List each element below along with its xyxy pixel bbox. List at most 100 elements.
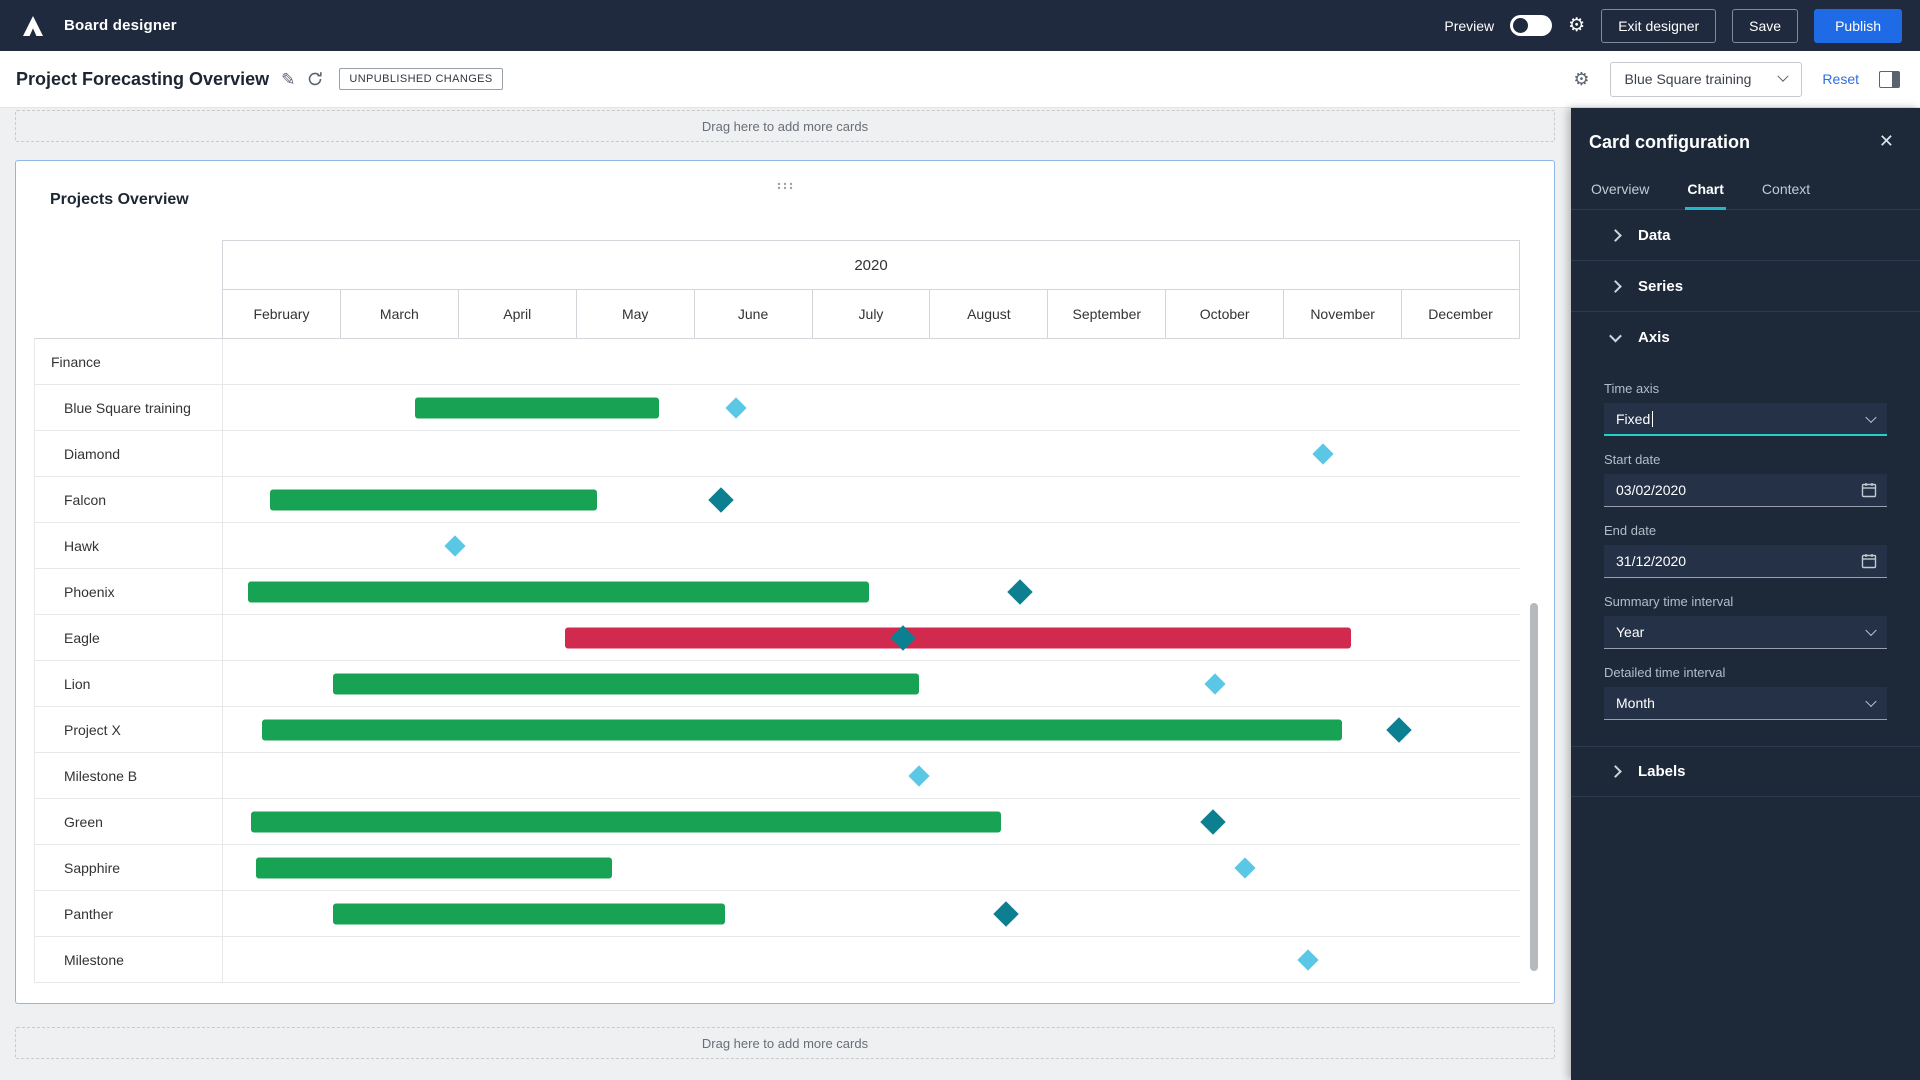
edit-pencil-icon[interactable]: ✎ <box>281 71 295 88</box>
reset-link[interactable]: Reset <box>1822 71 1859 87</box>
section-series-label: Series <box>1638 277 1684 295</box>
gantt-row: Blue Square training <box>35 385 1520 431</box>
chevron-down-icon <box>1865 695 1877 708</box>
gantt-row-timeline <box>223 615 1520 660</box>
gantt-row-timeline <box>223 339 1520 384</box>
section-labels[interactable]: Labels <box>1571 746 1920 797</box>
gantt-row-timeline <box>223 937 1520 982</box>
end-date-input[interactable]: 31/12/2020 <box>1604 545 1887 578</box>
gantt-row-timeline <box>223 661 1520 706</box>
gantt-row-label: Sapphire <box>35 845 223 890</box>
gantt-bar <box>332 673 919 694</box>
chevron-right-icon <box>1609 279 1622 293</box>
panel-tabs: Overview Chart Context <box>1571 173 1920 210</box>
settings-gear-icon[interactable]: ⚙ <box>1568 16 1585 35</box>
context-selector-value: Blue Square training <box>1624 71 1752 87</box>
section-axis[interactable]: Axis <box>1571 312 1920 363</box>
gantt-bar <box>256 857 613 878</box>
projects-overview-card[interactable]: Projects Overview 2020 February March Apri… <box>15 160 1555 1004</box>
chevron-right-icon <box>1609 228 1622 242</box>
toggle-panel-icon[interactable] <box>1879 70 1900 88</box>
gantt-milestone <box>1204 672 1226 695</box>
card-drag-handle-icon[interactable] <box>777 177 793 195</box>
section-axis-label: Axis <box>1638 329 1670 346</box>
anaplan-logo-icon[interactable] <box>18 11 48 41</box>
unpublished-changes-badge: UNPUBLISHED CHANGES <box>339 68 503 90</box>
month-label: March <box>339 290 458 338</box>
dropzone-bottom[interactable]: Drag here to add more cards <box>15 1027 1555 1059</box>
time-axis-select[interactable]: Fixed <box>1604 403 1887 436</box>
gantt-row-label: Lion <box>35 661 223 706</box>
gantt-row: Lion <box>35 661 1520 707</box>
context-selector-dropdown[interactable]: Blue Square training <box>1609 61 1803 97</box>
text-cursor <box>1652 410 1654 427</box>
detailed-interval-select[interactable]: Month <box>1604 687 1887 720</box>
chevron-right-icon <box>1609 765 1622 778</box>
close-icon[interactable]: ✕ <box>1879 132 1894 150</box>
end-date-label: End date <box>1604 523 1657 538</box>
publish-button[interactable]: Publish <box>1814 8 1902 43</box>
gantt-milestone <box>1312 442 1334 465</box>
time-axis-value: Fixed <box>1616 410 1651 427</box>
gantt-row: Falcon <box>35 477 1520 523</box>
card-scrollbar-thumb[interactable] <box>1530 603 1538 971</box>
gantt-row-label: Blue Square training <box>35 385 223 430</box>
tab-chart[interactable]: Chart <box>1685 173 1726 210</box>
preview-label: Preview <box>1444 17 1495 34</box>
context-gear-icon[interactable]: ⚙ <box>1573 70 1589 88</box>
month-label: November <box>1283 290 1401 338</box>
gantt-month-row: February March April May June July August Septe… <box>222 290 1520 338</box>
content: Drag here to add more cards Projects Ove… <box>0 108 1920 1080</box>
save-button[interactable]: Save <box>1732 8 1799 43</box>
month-label: May <box>575 290 694 338</box>
gantt-row-label: Milestone <box>35 937 223 982</box>
section-data[interactable]: Data <box>1571 210 1920 261</box>
gantt-row-timeline <box>223 707 1520 752</box>
app-title: Board designer <box>64 17 177 34</box>
end-date-value: 31/12/2020 <box>1616 553 1687 569</box>
calendar-icon[interactable] <box>1861 482 1877 498</box>
main-canvas: Drag here to add more cards Projects Ove… <box>0 108 1571 1080</box>
gantt-row: Diamond <box>35 431 1520 477</box>
gantt-row-timeline <box>223 845 1520 890</box>
tab-overview[interactable]: Overview <box>1589 173 1651 209</box>
gantt-milestone <box>908 764 930 787</box>
gantt-bar <box>261 719 1342 740</box>
start-date-input[interactable]: 03/02/2020 <box>1604 474 1887 507</box>
gantt-row-timeline <box>223 799 1520 844</box>
gantt-year-label: 2020 <box>222 240 1520 290</box>
gantt-row: Phoenix <box>35 569 1520 615</box>
gantt-row-label: Finance <box>35 339 223 384</box>
gantt-body: Finance Blue Square training Diamond Falcon… <box>34 338 1520 983</box>
start-date-value: 03/02/2020 <box>1616 482 1687 498</box>
tab-context[interactable]: Context <box>1760 173 1812 209</box>
gantt-row: Milestone <box>35 937 1520 983</box>
exit-designer-button[interactable]: Exit designer <box>1601 8 1717 43</box>
summary-interval-select[interactable]: Year <box>1604 616 1887 649</box>
gantt-row: Eagle <box>35 615 1520 661</box>
panel-title: Card configuration <box>1589 132 1750 152</box>
gantt-row-label: Falcon <box>35 477 223 522</box>
month-label: August <box>929 290 1047 338</box>
section-data-label: Data <box>1638 226 1671 244</box>
page-header: Project Forecasting Overview ✎ UNPUBLISH… <box>0 51 1920 108</box>
detailed-interval-label: Detailed time interval <box>1604 665 1726 680</box>
gantt-bar <box>415 397 660 418</box>
month-label: April <box>457 290 576 338</box>
gantt-milestone <box>444 534 466 557</box>
gantt-row-timeline <box>223 753 1520 798</box>
dropzone-top[interactable]: Drag here to add more cards <box>15 110 1555 142</box>
sync-refresh-icon[interactable] <box>307 71 323 87</box>
calendar-icon[interactable] <box>1861 553 1877 569</box>
axis-section-content: Time axis Fixed Start date 03/02/2020 En… <box>1571 363 1920 746</box>
gantt-bar <box>270 489 597 510</box>
detailed-interval-value: Month <box>1616 695 1655 711</box>
preview-toggle[interactable] <box>1510 15 1553 36</box>
month-label: June <box>693 290 812 338</box>
gantt-row: Finance <box>35 339 1520 385</box>
gantt-row-timeline <box>223 477 1520 522</box>
section-series[interactable]: Series <box>1571 261 1920 312</box>
month-label: October <box>1165 290 1283 338</box>
month-label: February <box>253 306 310 322</box>
gantt-milestone <box>993 900 1019 927</box>
